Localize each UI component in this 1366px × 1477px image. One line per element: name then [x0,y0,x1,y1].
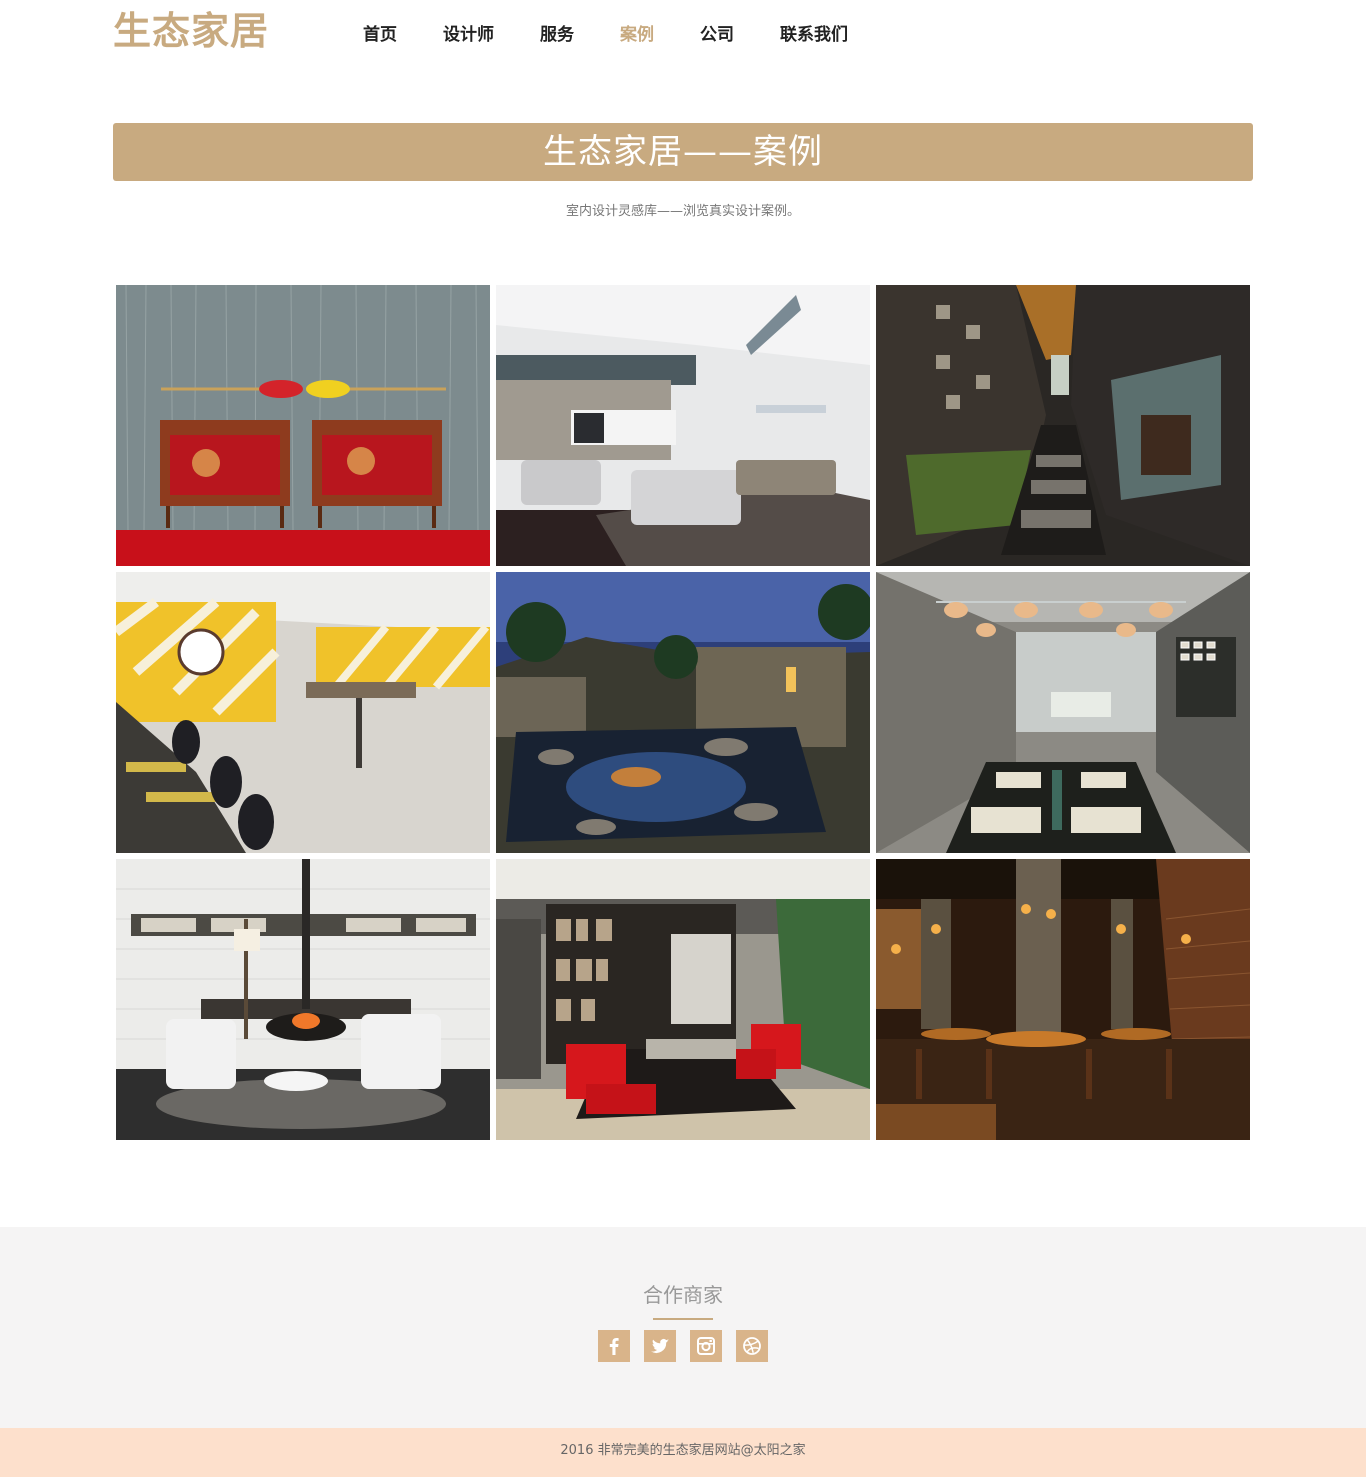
site-footer: 2016 非常完美的生态家居网站@太阳之家 [0,1428,1366,1477]
case-image-living-room[interactable] [496,285,870,566]
nav-item-company[interactable]: 公司 [700,22,734,48]
partners-divider [653,1318,713,1320]
case-image-restaurant[interactable] [876,859,1250,1140]
case-image-stone-corridor[interactable] [876,285,1250,566]
page-banner: 生态家居——案例 [113,123,1253,181]
case-image-dining-room[interactable] [876,572,1250,853]
nav-item-services[interactable]: 服务 [540,22,574,48]
page-title: 生态家居——案例 [543,132,823,172]
social-links [598,1330,782,1362]
site-header: 生态家居 首页 设计师 服务 案例 公司 联系我们 [0,0,1366,70]
twitter-icon[interactable] [644,1330,676,1362]
facebook-icon[interactable] [598,1330,630,1362]
partners-title: 合作商家 [643,1283,723,1307]
nav-item-contact[interactable]: 联系我们 [780,22,848,48]
dribbble-icon[interactable] [736,1330,768,1362]
footer-copyright: 2016 非常完美的生态家居网站@太阳之家 [560,1443,806,1458]
case-image-sideboards[interactable] [116,285,490,566]
page-subtitle: 室内设计灵感库——浏览真实设计案例。 [565,204,800,219]
case-image-night-garden[interactable] [496,572,870,853]
case-image-fireplace-lounge[interactable] [116,859,490,1140]
main-nav: 首页 设计师 服务 案例 公司 联系我们 [363,22,894,48]
partners-section: 合作商家 [0,1227,1366,1428]
nav-item-cases[interactable]: 案例 [620,22,654,48]
site-logo[interactable]: 生态家居 [113,8,269,54]
nav-item-home[interactable]: 首页 [363,22,397,48]
nav-item-designers[interactable]: 设计师 [443,22,494,48]
case-image-yellow-cafe[interactable] [116,572,490,853]
instagram-icon[interactable] [690,1330,722,1362]
case-image-bookshelf-lounge[interactable] [496,859,870,1140]
